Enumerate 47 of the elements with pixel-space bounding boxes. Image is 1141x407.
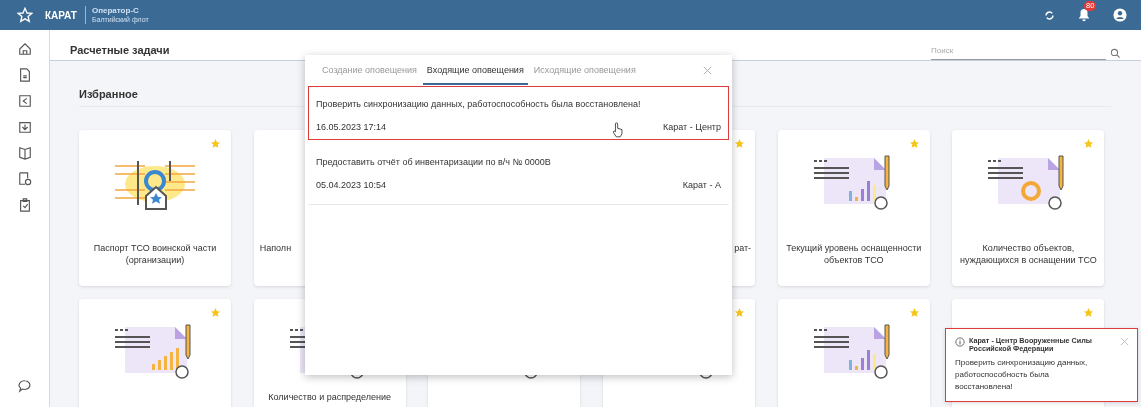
- star-icon[interactable]: [908, 307, 920, 318]
- star-icon[interactable]: [17, 7, 33, 23]
- notification-text: Предоставить отчёт об инвентаризации по в/ч № 0000В: [316, 157, 552, 167]
- tab[interactable]: Входящие оповещения: [422, 56, 528, 85]
- card-title: Текущий уровень оснащенности объектов ТСО: [785, 242, 923, 267]
- star-icon[interactable]: [1083, 307, 1095, 318]
- document-icon[interactable]: [17, 68, 32, 82]
- star-icon[interactable]: [210, 138, 221, 149]
- notification-date: 16.05.2023 17:14: [316, 122, 387, 132]
- card-title: Количество объектов, нуждающихся в оснащении ТСО: [959, 242, 1098, 267]
- sync-icon[interactable]: [1044, 9, 1055, 21]
- app-logo: КАРАТ: [45, 9, 77, 21]
- home-icon[interactable]: [17, 42, 32, 56]
- task-card[interactable]: Паспорт ТСО воинской части (организации): [79, 130, 231, 286]
- operator-name: Оператор-С: [91, 7, 140, 16]
- star-icon[interactable]: [1083, 138, 1095, 149]
- section-title: Избранное: [79, 88, 138, 100]
- notification-date: 05.04.2023 10:54: [316, 180, 387, 190]
- hand-cursor-icon: [612, 122, 624, 138]
- card-title: Паспорт ТСО воинской части (организации): [92, 242, 218, 267]
- star-icon[interactable]: [734, 138, 746, 149]
- card-title: рат-: [733, 242, 753, 255]
- task-card[interactable]: Текущий уровень оснащенности объектов ТСО: [777, 130, 930, 286]
- card-title: Количество и распределение: [267, 391, 393, 404]
- return-icon[interactable]: [17, 94, 32, 108]
- card-title: Наполн: [258, 242, 293, 255]
- toast-text: Проверить синхронизацию данных, работоспособность была восстановлена!: [955, 356, 1089, 394]
- star-icon[interactable]: [908, 138, 920, 149]
- star-icon[interactable]: [210, 307, 221, 318]
- notification-item[interactable]: Предоставить отчёт об инвентаризации по в/ч № 0000В 05.04.2023 10:54 Карат - А: [308, 140, 729, 205]
- notification-item[interactable]: Проверить синхронизацию данных, работоспособность была восстановлена! 16.05.2023 17:14 Карат - Центр: [308, 86, 729, 140]
- page-title: Расчетные задачи: [70, 44, 171, 56]
- notification-sender: Карат - А: [682, 180, 721, 190]
- chat-icon[interactable]: [17, 379, 32, 393]
- star-icon[interactable]: [734, 307, 746, 318]
- bell-icon[interactable]: [1077, 8, 1091, 22]
- download-icon[interactable]: [17, 120, 32, 134]
- search-field[interactable]: Поиск: [931, 46, 1106, 60]
- book-icon[interactable]: [17, 146, 32, 160]
- search-icon[interactable]: [1110, 47, 1121, 59]
- document-clock-icon[interactable]: [17, 172, 32, 186]
- user-icon[interactable]: [1113, 8, 1127, 22]
- clipboard-icon[interactable]: [17, 198, 32, 212]
- notification-sender: Карат - Центр: [663, 122, 721, 132]
- notification-text: Проверить синхронизацию данных, работоспособность была восстановлена!: [316, 99, 642, 109]
- task-card[interactable]: Количество объектов, нуждающихся в оснащении ТСО: [952, 130, 1105, 286]
- info-icon: [955, 337, 965, 347]
